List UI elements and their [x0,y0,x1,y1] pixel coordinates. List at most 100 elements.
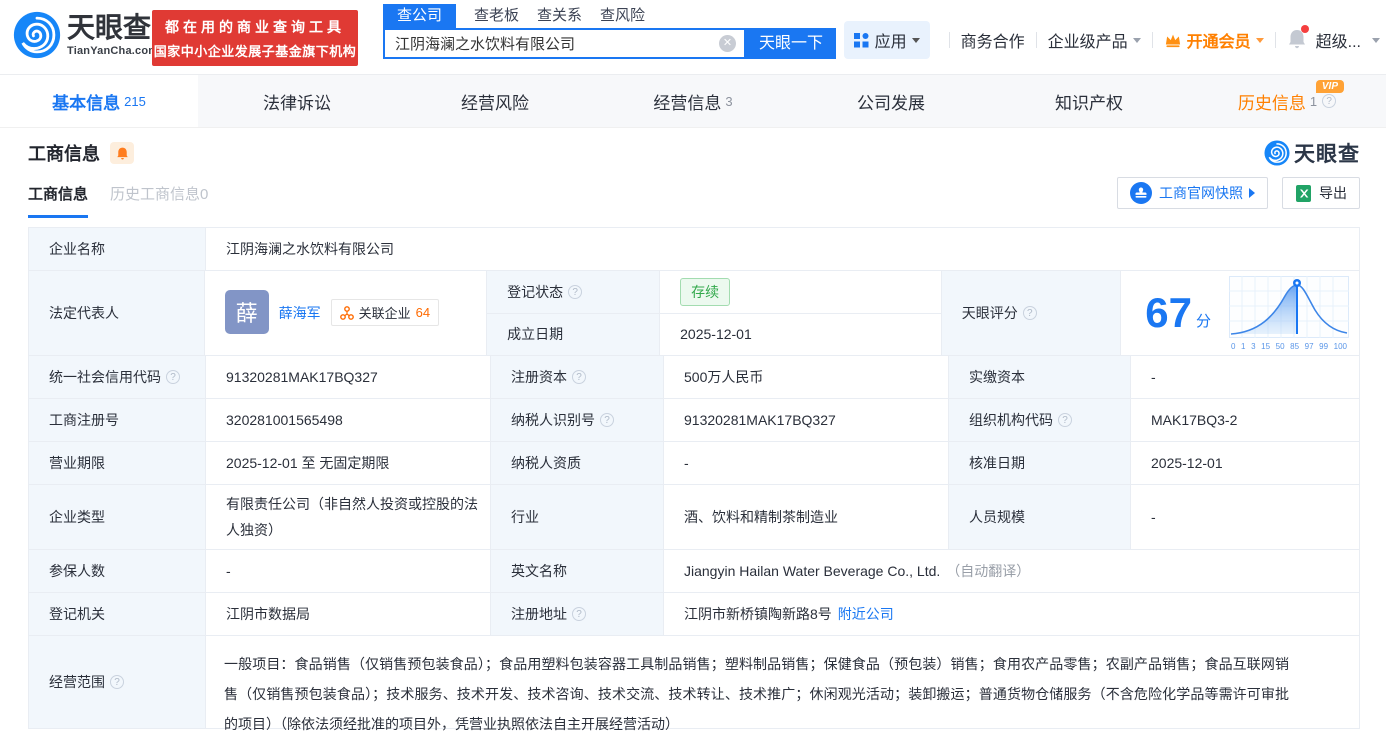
field-label: 英文名称 [491,550,664,592]
tab-history-info[interactable]: VIP 历史信息 1 ? [1188,75,1386,127]
field-label: 行业 [491,485,664,549]
score-unit: 分 [1196,310,1211,331]
avatar[interactable]: 薛 [225,290,269,334]
help-icon[interactable]: ? [572,607,586,621]
divider [1152,32,1153,48]
taxpayer-id-value: 91320281MAK17BQ327 [664,399,949,441]
business-scope-value: 一般项目：食品销售（仅销售预包装食品）；食品用塑料包装容器工具制品销售；塑料制品… [206,636,1359,728]
legal-rep-link[interactable]: 薛海军 [279,303,321,323]
field-label: 参保人数 [29,550,206,592]
apps-menu[interactable]: 应用 [844,21,930,59]
tab-count: 1 [1310,94,1317,109]
help-icon[interactable]: ? [1023,306,1037,320]
clear-search-icon[interactable]: ✕ [719,35,736,52]
bell-icon [116,146,129,161]
crown-icon [1164,32,1182,48]
watermark-logo: 天眼查 [1264,138,1360,168]
credit-code-value: 91320281MAK17BQ327 [206,356,491,398]
apps-grid-icon [854,33,869,48]
company-nav-tabs: 基本信息 215 法律诉讼 经营风险 经营信息 3 公司发展 知识产权 VIP … [0,75,1386,128]
score-chart: 0131550859799100 [1229,276,1349,351]
field-label: 核准日期 [949,442,1131,484]
field-label: 登记状态? [487,271,660,313]
vip-badge: VIP [1316,80,1344,93]
field-label: 纳税人资质 [491,442,664,484]
search-button[interactable]: 天眼一下 [746,28,836,59]
tab-business-info[interactable]: 经营信息 3 [594,75,792,127]
tianyancha-logo[interactable]: 天眼查 TianYanCha.com [13,11,158,59]
official-snapshot-button[interactable]: 工商官网快照 [1117,177,1268,209]
subscribe-bell-chip[interactable] [110,142,134,164]
address-text: 江阴市新桥镇陶新路8号 [684,604,832,624]
search-tab-boss[interactable]: 查老板 [474,4,519,28]
insured-value: - [206,550,491,592]
help-icon[interactable]: ? [1322,94,1336,108]
logo-title: 天眼查 [67,13,158,43]
notifications-bell[interactable] [1287,28,1307,53]
tab-label: 知识产权 [1055,89,1123,114]
help-icon[interactable]: ? [568,285,582,299]
subtab-history-business-info[interactable]: 历史工商信息0 [110,183,208,218]
search-tab-risk[interactable]: 查风险 [600,4,645,28]
caret-down-icon [912,38,920,43]
reg-status-label: 登记状态 [507,282,563,302]
score-value: 67 [1145,292,1192,334]
related-companies-icon [340,306,354,320]
reg-number-value: 320281001565498 [206,399,491,441]
help-icon[interactable]: ? [1058,413,1072,427]
field-label: 实缴资本 [949,356,1131,398]
tab-company-development[interactable]: 公司发展 [792,75,990,127]
promo-banner: 都在用的商业查询工具 国家中小企业发展子基金旗下机构 [152,10,358,66]
menu-enterprise[interactable]: 企业级产品 [1048,28,1141,52]
help-icon[interactable]: ? [166,370,180,384]
caret-down-icon [1133,38,1141,43]
field-label: 纳税人识别号? [491,399,664,441]
score-chart-axis: 0131550859799100 [1229,342,1349,351]
section-title-text: 工商信息 [28,140,100,166]
cooperation-label: 商务合作 [961,28,1025,52]
arrow-right-icon [1249,188,1255,198]
nearby-companies-link[interactable]: 附近公司 [838,604,894,624]
field-label: 人员规模 [949,485,1131,549]
help-icon[interactable]: ? [110,675,124,689]
tab-count: 215 [124,94,146,109]
org-code-value: MAK17BQ3-2 [1131,399,1359,441]
divider [1275,32,1276,48]
tab-label: 公司发展 [857,89,925,114]
excel-icon [1295,185,1312,202]
search-tabs: 查公司 查老板 查关系 查风险 [383,4,836,28]
menu-cooperation[interactable]: 商务合作 [961,28,1025,52]
tab-label: 法律诉讼 [263,89,331,114]
menu-super-vip[interactable]: 超级... [1316,28,1380,52]
help-icon[interactable]: ? [600,413,614,427]
stamp-icon [1130,182,1152,204]
english-name-value: Jiangyin Hailan Water Beverage Co., Ltd.… [664,550,1359,592]
tab-operation-risk[interactable]: 经营风险 [396,75,594,127]
approval-date-value: 2025-12-01 [1131,442,1359,484]
search-tab-company[interactable]: 查公司 [383,4,456,28]
reg-authority-value: 江阴市数据局 [206,593,491,635]
related-companies-button[interactable]: 关联企业 64 [331,299,439,326]
top-header: 天眼查 TianYanCha.com 都在用的商业查询工具 国家中小企业发展子基… [0,0,1386,75]
english-name-text: Jiangyin Hailan Water Beverage Co., Ltd. [684,563,940,579]
tab-intellectual-property[interactable]: 知识产权 [990,75,1188,127]
section-title-business-info: 工商信息 [28,140,134,166]
apps-label: 应用 [875,28,907,52]
search-value: 江阴海澜之水饮料有限公司 [395,33,719,54]
caret-down-icon [1256,38,1264,43]
tab-label: 基本信息 [52,89,120,114]
subtab-business-info[interactable]: 工商信息 [28,183,88,218]
tab-basic-info[interactable]: 基本信息 215 [0,75,198,127]
search-tab-relation[interactable]: 查关系 [537,4,582,28]
tab-label: 经营信息 [653,89,721,114]
banner-line1: 都在用的商业查询工具 [152,17,358,37]
vip-label: 开通会员 [1187,28,1251,52]
est-date-value: 2025-12-01 [660,314,941,356]
help-icon[interactable]: ? [572,370,586,384]
tab-legal[interactable]: 法律诉讼 [198,75,396,127]
menu-vip[interactable]: 开通会员 [1164,28,1264,52]
search-input[interactable]: 江阴海澜之水饮料有限公司 ✕ [383,28,746,59]
field-label: 法定代表人 [29,271,205,355]
status-badge: 存续 [680,278,730,306]
export-button[interactable]: 导出 [1282,177,1360,209]
